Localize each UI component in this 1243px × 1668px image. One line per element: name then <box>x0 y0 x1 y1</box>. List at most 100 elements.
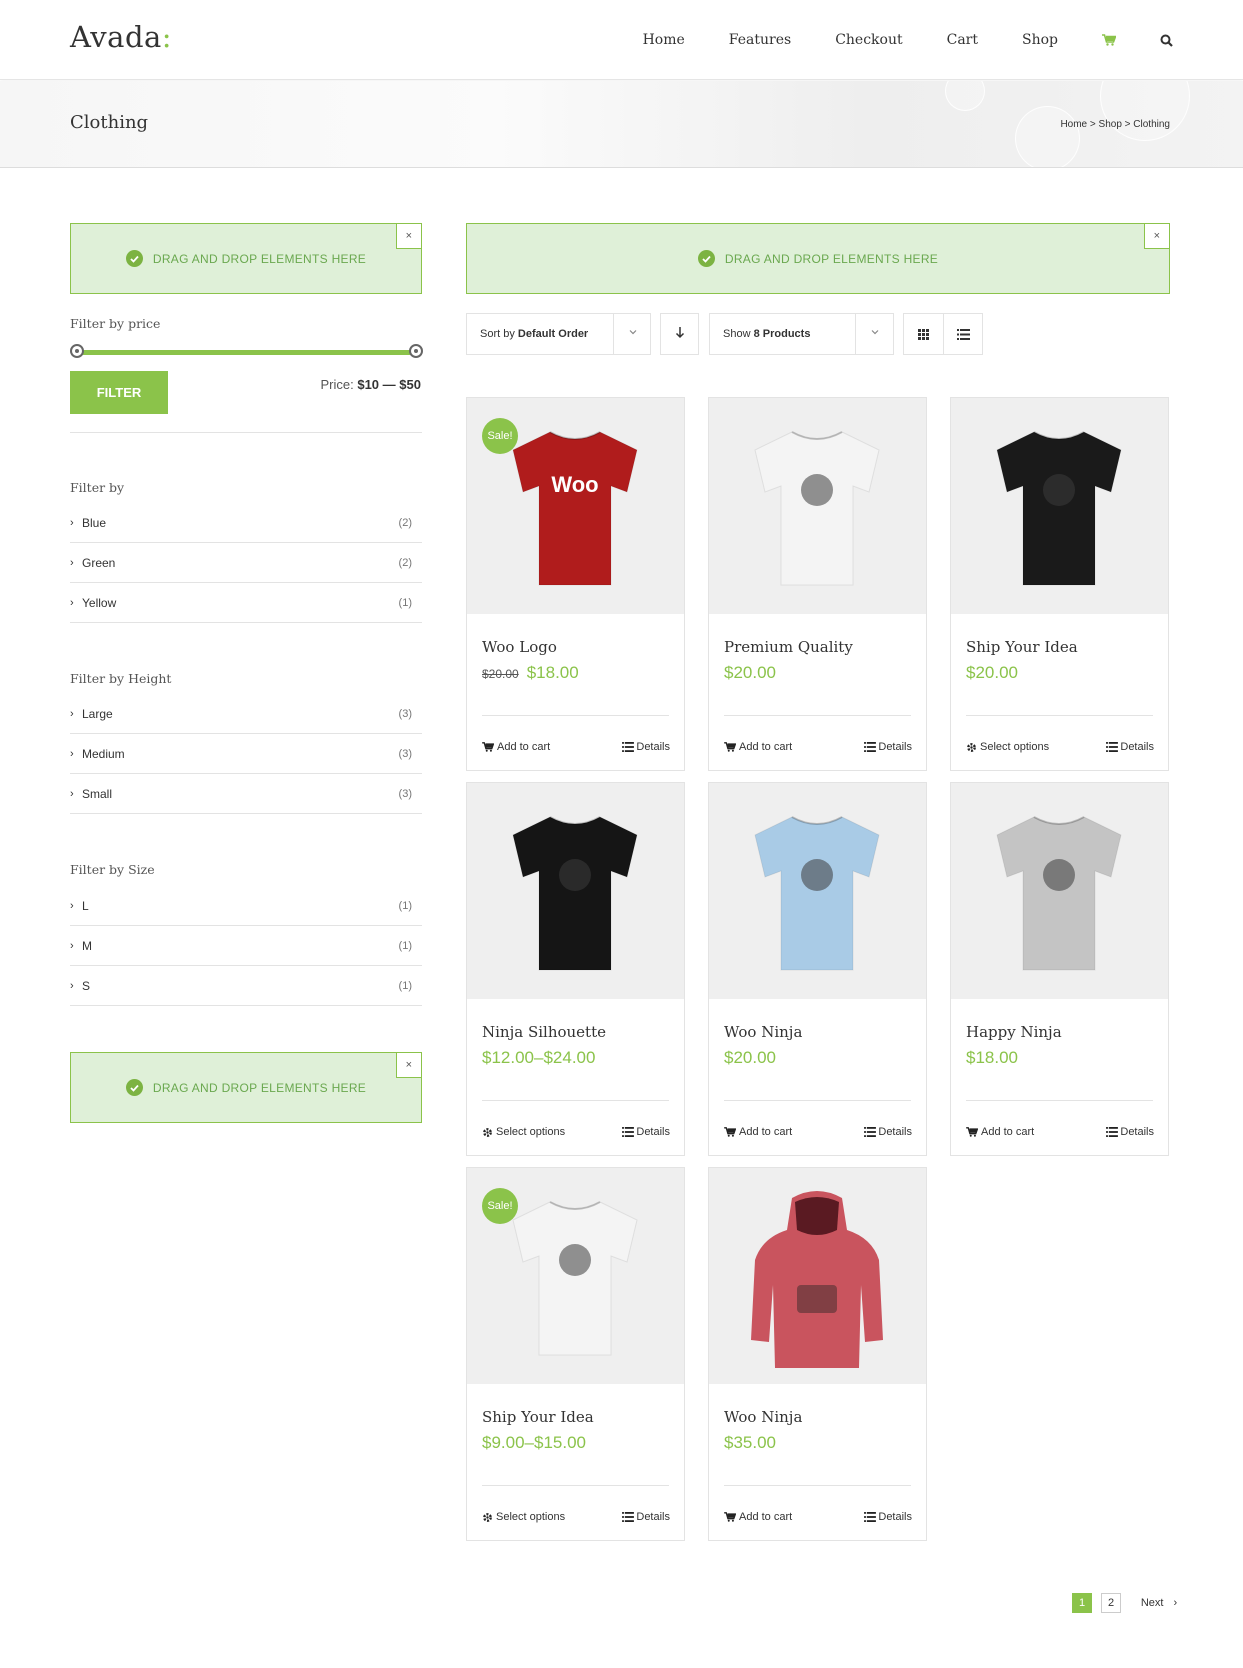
price-slider-min-handle[interactable] <box>70 344 84 358</box>
divider <box>724 1485 911 1486</box>
price-slider-track[interactable] <box>76 350 416 355</box>
dropzone-main-top[interactable]: DRAG AND DROP ELEMENTS HERE × <box>466 223 1170 294</box>
filter-item-s[interactable]: › S (1) <box>70 966 422 1006</box>
breadcrumb-shop[interactable]: Shop <box>1099 119 1122 130</box>
nav-home[interactable]: Home <box>643 32 685 48</box>
filter-item-count: (3) <box>398 787 412 800</box>
details-button[interactable]: Details <box>864 741 912 753</box>
nav-cart[interactable]: Cart <box>947 32 978 48</box>
price-slider-max-handle[interactable] <box>409 344 423 358</box>
add-to-cart-button[interactable]: Add to cart <box>724 741 792 753</box>
product-price: $20.00 <box>966 663 1018 683</box>
sort-direction-button[interactable] <box>660 313 699 355</box>
breadcrumb-home[interactable]: Home <box>1060 119 1087 130</box>
close-icon[interactable]: × <box>1144 223 1170 249</box>
details-label: Details <box>636 1126 670 1138</box>
add-to-cart-button[interactable]: Add to cart <box>724 1511 792 1523</box>
details-button[interactable]: Details <box>622 1126 670 1138</box>
check-circle-icon <box>125 250 143 267</box>
cart-icon[interactable] <box>1102 34 1116 46</box>
pagination-next[interactable]: Next › <box>1134 1593 1184 1613</box>
decor-bubble <box>1015 106 1080 167</box>
details-button[interactable]: Details <box>1106 1126 1154 1138</box>
show-count-select[interactable]: Show 8 Products <box>709 313 894 355</box>
page-title-bar: Clothing Home > Shop > Clothing <box>0 81 1243 168</box>
chevron-right-icon: › <box>70 707 74 720</box>
dropzone-sidebar-top[interactable]: DRAG AND DROP ELEMENTS HERE × <box>70 223 422 294</box>
sort-select[interactable]: Sort by Default Order <box>466 313 651 355</box>
filter-button[interactable]: FILTER <box>70 371 168 414</box>
product-card[interactable]: Woo Ninja $35.00 Add to cart Details <box>708 1167 927 1541</box>
product-name[interactable]: Ship Your Idea <box>482 1408 594 1426</box>
product-card[interactable]: Woo Ninja $20.00 Add to cart Details <box>708 782 927 1156</box>
chevron-right-icon: › <box>70 979 74 992</box>
sale-badge: Sale! <box>482 418 518 454</box>
product-name[interactable]: Happy Ninja <box>966 1023 1062 1041</box>
dropzone-label: DRAG AND DROP ELEMENTS HERE <box>152 1080 367 1095</box>
product-name[interactable]: Woo Logo <box>482 638 557 656</box>
nav-checkout[interactable]: Checkout <box>835 32 902 48</box>
product-name[interactable]: Woo Ninja <box>724 1023 802 1041</box>
divider <box>70 432 422 433</box>
product-card[interactable]: Premium Quality $20.00 Add to cart Details <box>708 397 927 771</box>
product-image[interactable] <box>951 398 1168 614</box>
product-image[interactable] <box>951 783 1168 999</box>
product-card[interactable]: Ship Your Idea $20.00 Select options Detail… <box>950 397 1169 771</box>
action-label: Select options <box>980 741 1050 753</box>
filter-item-m[interactable]: › M (1) <box>70 926 422 966</box>
chevron-right-icon: › <box>70 939 74 952</box>
close-icon[interactable]: × <box>396 1052 422 1078</box>
grid-view-icon[interactable] <box>904 314 943 354</box>
filter-item-small[interactable]: › Small (3) <box>70 774 422 814</box>
product-card[interactable]: Ninja Silhouette $12.00–$24.00 Select opti… <box>466 782 685 1156</box>
list-view-icon[interactable] <box>944 314 983 354</box>
nav-shop[interactable]: Shop <box>1022 32 1058 48</box>
nav-features[interactable]: Features <box>729 32 791 48</box>
filter-price-heading: Filter by price <box>70 316 161 331</box>
details-button[interactable]: Details <box>1106 741 1154 753</box>
product-image[interactable] <box>709 1168 926 1384</box>
details-button[interactable]: Details <box>864 1511 912 1523</box>
product-image[interactable] <box>467 783 684 999</box>
sort-value: Default Order <box>517 328 589 340</box>
filter-item-medium[interactable]: › Medium (3) <box>70 734 422 774</box>
details-button[interactable]: Details <box>864 1126 912 1138</box>
product-name[interactable]: Ship Your Idea <box>966 638 1078 656</box>
close-icon[interactable]: × <box>396 223 422 249</box>
divider <box>966 1100 1153 1101</box>
select-options-button[interactable]: Select options <box>482 1511 565 1523</box>
product-name[interactable]: Premium Quality <box>724 638 853 656</box>
filter-item-large[interactable]: › Large (3) <box>70 694 422 734</box>
details-button[interactable]: Details <box>622 741 670 753</box>
product-card[interactable]: Sale! Ship Your Idea $9.00–$15.00 Select op… <box>466 1167 685 1541</box>
details-button[interactable]: Details <box>622 1511 670 1523</box>
pagination-page-2[interactable]: 2 <box>1101 1593 1121 1613</box>
add-to-cart-button[interactable]: Add to cart <box>724 1126 792 1138</box>
list-icon <box>864 1512 877 1522</box>
tshirt-image <box>512 1201 638 1356</box>
filter-item-l[interactable]: › L (1) <box>70 886 422 926</box>
select-options-button[interactable]: Select options <box>966 741 1049 753</box>
product-image[interactable] <box>709 398 926 614</box>
current-price: $20.00 <box>966 663 1018 682</box>
site-logo[interactable]: Avada: <box>70 20 172 54</box>
product-card[interactable]: Happy Ninja $18.00 Add to cart Details <box>950 782 1169 1156</box>
filter-item-label: S <box>82 978 91 993</box>
product-name[interactable]: Ninja Silhouette <box>482 1023 606 1041</box>
add-to-cart-button[interactable]: Add to cart <box>966 1126 1034 1138</box>
product-name[interactable]: Woo Ninja <box>724 1408 802 1426</box>
select-options-button[interactable]: Select options <box>482 1126 565 1138</box>
pagination-page-1[interactable]: 1 <box>1072 1593 1092 1613</box>
action-label: Add to cart <box>981 1126 1035 1138</box>
filter-item-yellow[interactable]: › Yellow (1) <box>70 583 422 623</box>
details-label: Details <box>636 741 670 753</box>
product-image[interactable] <box>709 783 926 999</box>
filter-item-green[interactable]: › Green (2) <box>70 543 422 583</box>
add-to-cart-button[interactable]: Add to cart <box>482 741 550 753</box>
filter-item-label: Blue <box>82 515 107 530</box>
cart-icon <box>966 1127 978 1137</box>
filter-item-blue[interactable]: › Blue (2) <box>70 503 422 543</box>
search-icon[interactable] <box>1160 34 1173 47</box>
product-card[interactable]: Woo Sale! Woo Logo $20.00 $18.00 Add to cart D… <box>466 397 685 771</box>
dropzone-sidebar-bottom[interactable]: DRAG AND DROP ELEMENTS HERE × <box>70 1052 422 1123</box>
